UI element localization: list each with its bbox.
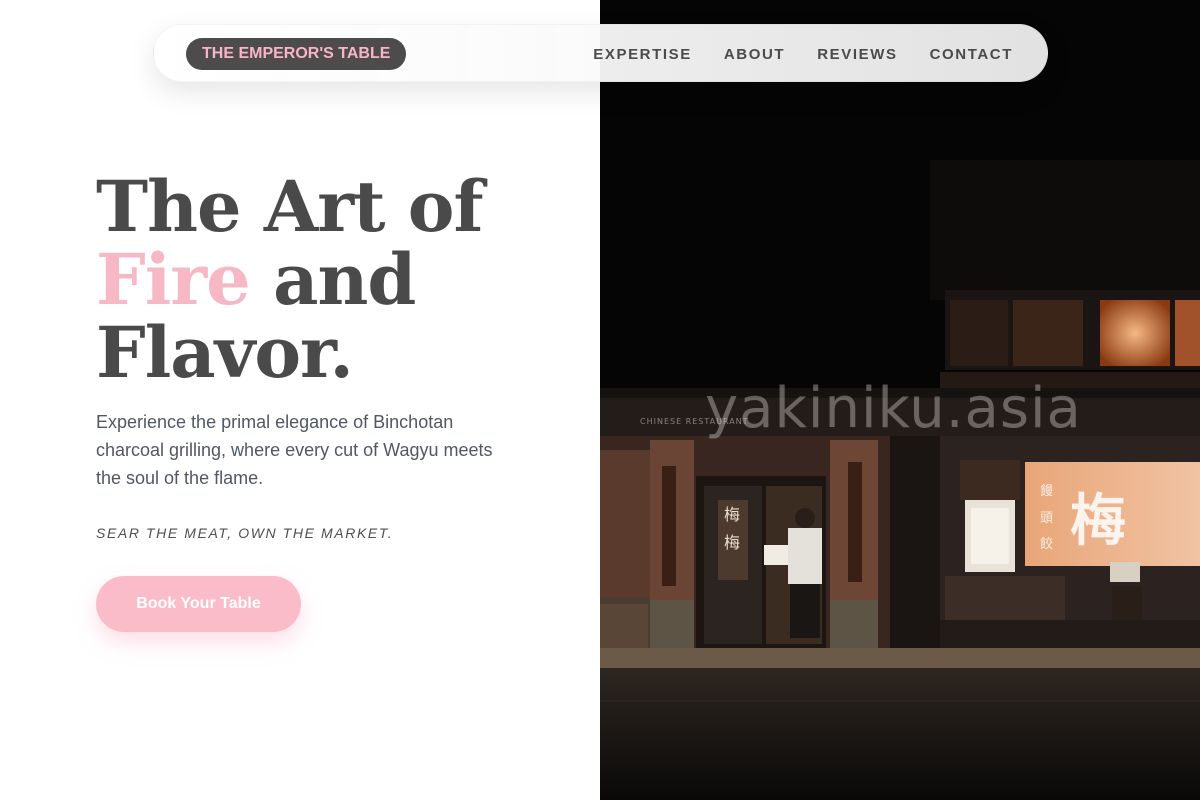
hero-title-line3: Flavor. bbox=[96, 311, 354, 394]
book-table-button[interactable]: Book Your Table bbox=[96, 576, 301, 632]
nav-link-about[interactable]: ABOUT bbox=[724, 46, 785, 63]
svg-text:梅: 梅 bbox=[1070, 489, 1126, 554]
nav-link-contact[interactable]: CONTACT bbox=[930, 46, 1013, 63]
hero-title-line1: The Art of bbox=[96, 165, 484, 248]
hero-subtitle: Experience the primal elegance of Bincho… bbox=[96, 412, 493, 488]
brand-logo[interactable]: THE EMPEROR'S TABLE bbox=[186, 38, 407, 70]
navbar: THE EMPEROR'S TABLE EXPERTISE ABOUT REVI… bbox=[153, 24, 1048, 82]
watermark: yakiniku.asia bbox=[705, 376, 1082, 441]
svg-text:梅: 梅 bbox=[724, 533, 740, 552]
hero-photo: 梅 梅 梅 饅 頭 餃 CHINESE RESTAURANT yakiniku.… bbox=[600, 0, 1200, 800]
svg-text:饅: 饅 bbox=[1040, 484, 1053, 499]
nav-link-expertise[interactable]: EXPERTISE bbox=[593, 46, 692, 63]
svg-text:梅: 梅 bbox=[724, 505, 740, 524]
hero-title-line2-rest: and bbox=[249, 238, 416, 321]
nav-links: EXPERTISE ABOUT REVIEWS CONTACT bbox=[593, 25, 1013, 83]
hero-tagline: SEAR THE MEAT, OWN THE MARKET. bbox=[96, 525, 394, 541]
hero-title: The Art of Fire and Flavor. bbox=[96, 170, 576, 389]
nav-link-reviews[interactable]: REVIEWS bbox=[817, 46, 897, 63]
svg-text:餃: 餃 bbox=[1040, 536, 1053, 552]
hero-title-accent: Fire bbox=[96, 238, 251, 321]
svg-text:頭: 頭 bbox=[1040, 511, 1053, 526]
